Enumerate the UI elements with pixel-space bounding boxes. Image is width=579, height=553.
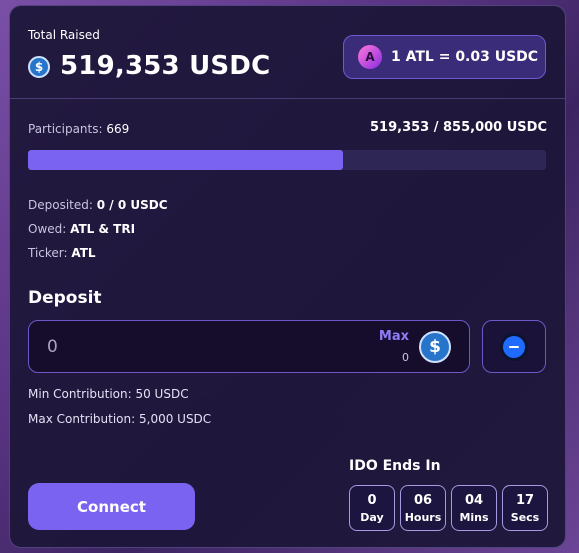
token-selector-button[interactable] <box>482 320 546 373</box>
total-raised-value: 519,353 USDC <box>60 51 271 81</box>
progress-fill <box>28 150 343 170</box>
deposited-info: Deposited: 0 / 0 USDC <box>28 198 168 212</box>
countdown-unit: Mins <box>459 510 489 524</box>
total-raised-label: Total Raised <box>28 28 100 42</box>
deposit-input-box: Max 0 $ <box>28 320 470 373</box>
ticker-value: ATL <box>71 246 96 260</box>
countdown-value: 0 <box>367 492 377 508</box>
exchange-rate-pill: A 1 ATL = 0.03 USDC <box>343 35 546 79</box>
max-balance: 0 <box>402 351 409 364</box>
ido-card: Total Raised $ 519,353 USDC A 1 ATL = 0.… <box>9 5 566 548</box>
countdown-value: 04 <box>464 492 484 508</box>
deposited-value: 0 / 0 USDC <box>96 198 168 212</box>
countdown-seconds: 17 Secs <box>502 485 548 531</box>
max-button[interactable]: Max <box>379 329 409 344</box>
countdown-hours: 06 Hours <box>400 485 446 531</box>
usdc-icon: $ <box>28 56 50 78</box>
owed-info: Owed: ATL & TRI <box>28 222 135 236</box>
countdown-title: IDO Ends In <box>349 458 441 474</box>
countdown-value: 17 <box>515 492 535 508</box>
countdown-minutes: 04 Mins <box>451 485 497 531</box>
participants: Participants: 669 <box>28 122 129 136</box>
countdown: 0 Day 06 Hours 04 Mins 17 Secs <box>349 485 548 531</box>
min-contribution: Min Contribution: 50 USDC <box>28 387 189 401</box>
connect-button[interactable]: Connect <box>28 483 195 530</box>
atl-logo-icon: A <box>358 45 382 69</box>
progress-bar <box>28 150 546 170</box>
countdown-unit: Day <box>360 510 384 524</box>
divider <box>10 98 565 99</box>
deposit-amount-input[interactable] <box>47 335 347 359</box>
deposit-title: Deposit <box>28 288 102 308</box>
ticker-info: Ticker: ATL <box>28 246 96 260</box>
participants-label: Participants: <box>28 122 103 136</box>
deposited-label: Deposited: <box>28 198 93 212</box>
countdown-unit: Secs <box>510 510 540 524</box>
max-contribution: Max Contribution: 5,000 USDC <box>28 412 212 426</box>
token-selector-icon <box>500 332 528 361</box>
raised-of-target: 519,353 / 855,000 USDC <box>370 120 547 135</box>
owed-value: ATL & TRI <box>70 222 136 236</box>
ticker-label: Ticker: <box>28 246 68 260</box>
usdc-icon: $ <box>419 331 451 363</box>
countdown-value: 06 <box>413 492 433 508</box>
participants-count: 669 <box>106 122 130 136</box>
owed-label: Owed: <box>28 222 67 236</box>
exchange-rate-text: 1 ATL = 0.03 USDC <box>391 49 539 65</box>
countdown-unit: Hours <box>404 510 442 524</box>
countdown-days: 0 Day <box>349 485 395 531</box>
